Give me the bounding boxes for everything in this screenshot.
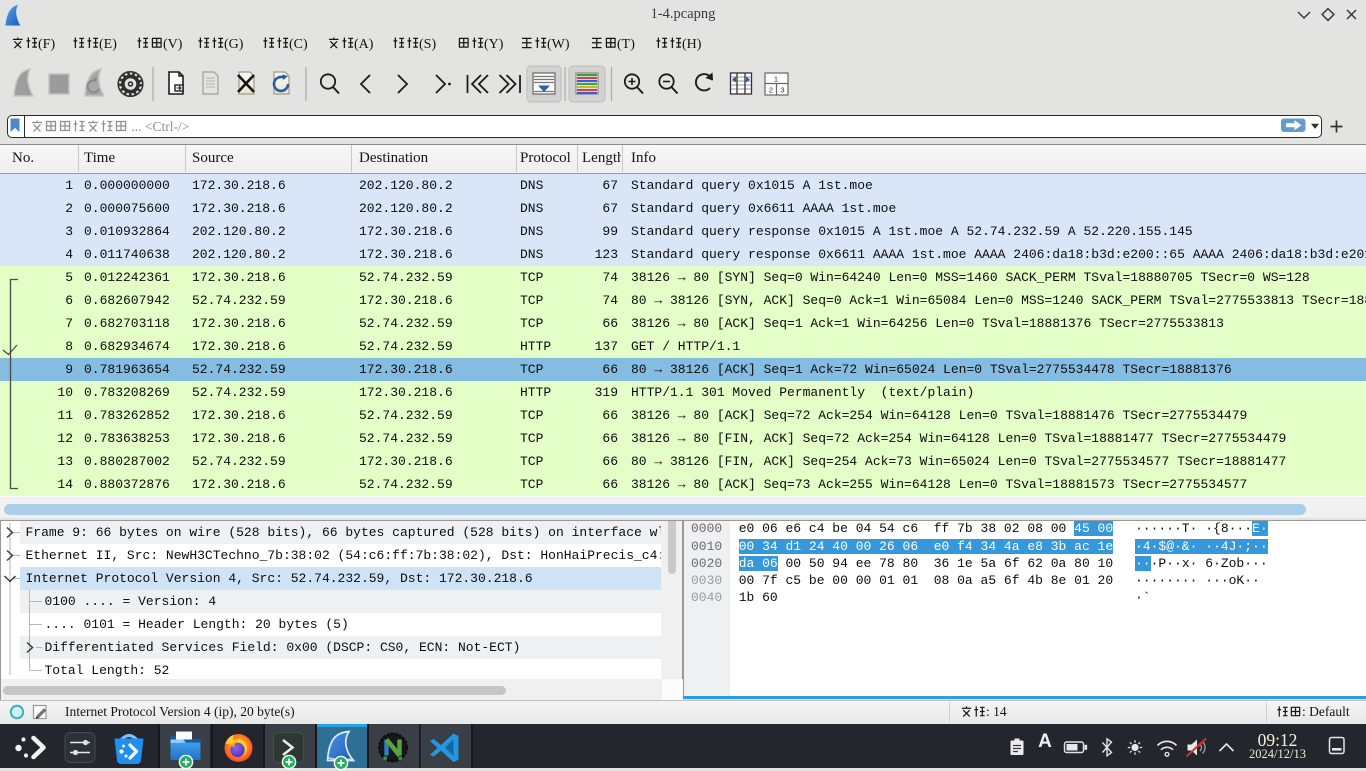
svg-text:3: 3: [780, 85, 784, 94]
svg-text:1: 1: [774, 74, 778, 83]
svg-text:2: 2: [769, 85, 773, 94]
